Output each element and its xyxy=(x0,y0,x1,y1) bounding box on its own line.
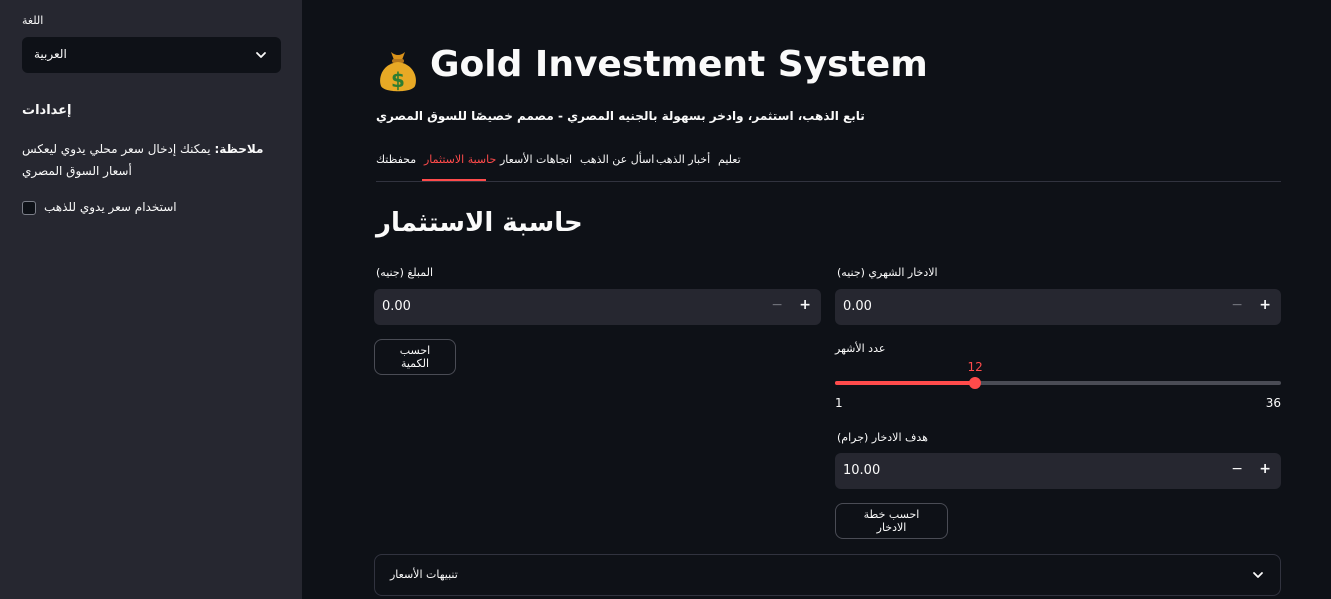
months-slider[interactable]: عدد الأشهر 12 1 36 xyxy=(835,340,1281,415)
calculator-heading: حاسبة الاستثمار xyxy=(376,208,583,238)
manual-price-checkbox-label[interactable]: استخدام سعر يدوي للذهب xyxy=(44,200,177,214)
amount-value: 0.00 xyxy=(382,299,411,314)
tab-bar: محفظتك حاسبة الاستثمار اتجاهات الأسعار ا… xyxy=(376,148,1281,182)
calc-quantity-button[interactable]: احسب الكمية xyxy=(374,339,456,375)
page-subtitle: تابع الذهب، استثمر، وادخر بسهولة بالجنيه… xyxy=(376,109,865,123)
tab-ask-about-gold[interactable]: اسأل عن الذهب xyxy=(580,153,654,166)
saving-goal-increment-button[interactable]: + xyxy=(1259,461,1271,477)
tab-price-trends[interactable]: اتجاهات الأسعار xyxy=(500,153,572,166)
months-slider-track[interactable] xyxy=(835,377,1281,389)
amount-increment-button[interactable]: + xyxy=(799,297,811,313)
monthly-saving-input[interactable]: 0.00 − + xyxy=(835,289,1281,325)
saving-goal-value: 10.00 xyxy=(843,463,881,478)
language-select[interactable]: العربية xyxy=(22,37,281,73)
sidebar-note: ملاحظة: يمكنك إدخال سعر محلي يدوي ليعكس … xyxy=(22,138,272,182)
price-alerts-expander[interactable]: تنبيهات الأسعار xyxy=(374,554,1281,596)
note-text: يمكنك إدخال سعر محلي يدوي ليعكس أسعار ال… xyxy=(22,142,215,178)
page-title: Gold Investment System xyxy=(430,44,928,85)
months-slider-thumb[interactable] xyxy=(969,377,982,389)
monthly-saving-decrement-button[interactable]: − xyxy=(1231,297,1243,313)
settings-heading: إعدادات xyxy=(22,103,72,118)
amount-input[interactable]: 0.00 − + xyxy=(374,289,821,325)
monthly-saving-increment-button[interactable]: + xyxy=(1259,297,1271,313)
tab-gold-news[interactable]: أخبار الذهب xyxy=(656,153,710,166)
months-slider-label: عدد الأشهر xyxy=(835,342,886,355)
amount-label: المبلغ (جنيه) xyxy=(376,266,433,279)
tab-investment-calculator[interactable]: حاسبة الاستثمار xyxy=(424,153,496,166)
sidebar: اللغة العربية إعدادات ملاحظة: يمكنك إدخا… xyxy=(0,0,302,599)
months-slider-min: 1 xyxy=(835,396,843,410)
months-slider-max: 36 xyxy=(1265,396,1281,410)
tab-education[interactable]: تعليم xyxy=(718,153,741,166)
saving-goal-label: هدف الادخار (جرام) xyxy=(837,431,928,444)
monthly-saving-label: الادخار الشهري (جنيه) xyxy=(837,266,938,279)
calc-saving-plan-button[interactable]: احسب خطة الادخار xyxy=(835,503,948,539)
main-content: $ Gold Investment System تابع الذهب، است… xyxy=(302,0,1331,599)
months-slider-value: 12 xyxy=(967,360,983,374)
language-select-value: العربية xyxy=(34,47,67,61)
monthly-saving-value: 0.00 xyxy=(843,299,872,314)
chevron-down-icon xyxy=(1253,572,1263,578)
note-bold: ملاحظة: xyxy=(214,142,264,156)
saving-goal-decrement-button[interactable]: − xyxy=(1231,461,1243,477)
language-label: اللغة xyxy=(22,14,44,27)
months-slider-fill xyxy=(835,381,976,385)
moneybag-icon: $ xyxy=(380,52,416,92)
saving-goal-input[interactable]: 10.00 − + xyxy=(835,453,1281,489)
active-tab-indicator xyxy=(422,179,486,181)
app-window: اللغة العربية إعدادات ملاحظة: يمكنك إدخا… xyxy=(0,0,1331,599)
price-alerts-label: تنبيهات الأسعار xyxy=(390,568,458,581)
manual-price-checkbox[interactable] xyxy=(22,201,36,215)
tab-portfolio[interactable]: محفظتك xyxy=(376,153,416,166)
amount-decrement-button[interactable]: − xyxy=(771,297,783,313)
svg-text:$: $ xyxy=(391,68,405,92)
chevron-down-icon xyxy=(256,52,266,58)
